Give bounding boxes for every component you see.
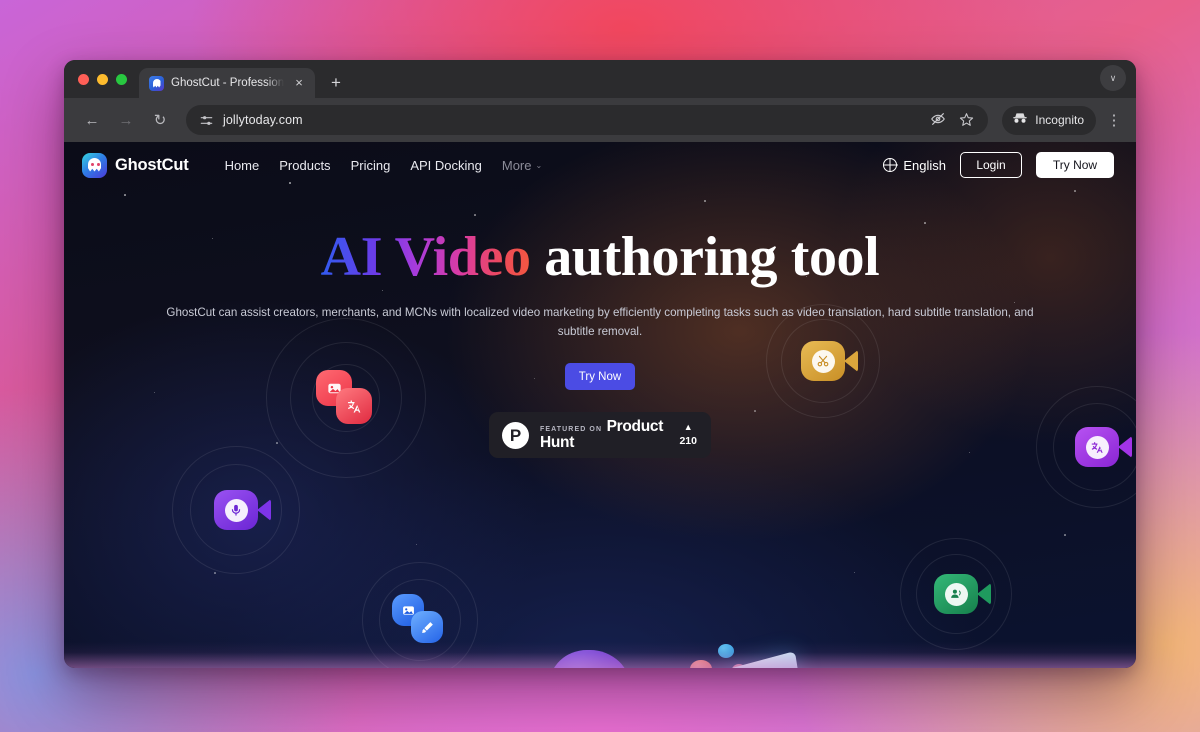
login-button[interactable]: Login xyxy=(960,152,1022,178)
window-controls xyxy=(76,60,137,98)
browser-tab-strip: GhostCut - Professional AI Vi × + ∨ xyxy=(64,60,1136,98)
back-button[interactable]: ← xyxy=(78,106,106,134)
page-viewport: GhostCut Home Products Pricing API Docki… xyxy=(64,142,1136,668)
brand-logo[interactable]: GhostCut xyxy=(82,152,189,178)
nav-item-pricing[interactable]: Pricing xyxy=(351,158,391,173)
try-now-nav-button[interactable]: Try Now xyxy=(1036,152,1114,178)
hero-subtitle: GhostCut can assist creators, merchants,… xyxy=(166,306,1034,338)
close-window-button[interactable] xyxy=(78,73,89,85)
incognito-indicator[interactable]: Incognito xyxy=(1002,105,1096,135)
tab-title: GhostCut - Professional AI Vi xyxy=(171,77,284,89)
page-title: AI Video authoring tool xyxy=(64,228,1136,286)
person-speaking-icon xyxy=(944,582,968,606)
browser-window: GhostCut - Professional AI Vi × + ∨ ← → … xyxy=(64,60,1136,668)
close-icon[interactable]: × xyxy=(291,75,307,91)
hero-title-gradient: AI Video xyxy=(320,226,531,288)
browser-menu-button[interactable]: ⋮ xyxy=(1102,113,1126,128)
desktop-background: GhostCut - Professional AI Vi × + ∨ ← → … xyxy=(0,0,1200,732)
hero-title-rest: authoring tool xyxy=(530,226,880,288)
product-hunt-vote-count: 210 xyxy=(679,434,697,447)
product-hunt-votes[interactable]: ▲ 210 xyxy=(679,421,697,448)
browser-toolbar: ← → ↻ jollytoday.com Incognito ⋮ xyxy=(64,98,1136,142)
star-icon[interactable] xyxy=(959,112,974,129)
nav-item-api-docking[interactable]: API Docking xyxy=(410,158,482,173)
hero-try-now-button[interactable]: Try Now xyxy=(565,363,635,391)
ghost-logo-icon xyxy=(82,152,107,178)
product-hunt-badge[interactable]: FEATURED ON Product Hunt ▲ 210 xyxy=(489,412,711,459)
camera-shape xyxy=(934,574,991,614)
browser-tab-active[interactable]: GhostCut - Professional AI Vi × xyxy=(139,68,315,98)
reload-button[interactable]: ↻ xyxy=(146,106,174,134)
upvote-arrow-icon: ▲ xyxy=(683,421,693,432)
address-bar[interactable]: jollytoday.com xyxy=(186,105,989,135)
nav-item-home[interactable]: Home xyxy=(225,158,260,173)
maximize-window-button[interactable] xyxy=(116,73,127,85)
incognito-hat-icon xyxy=(1012,111,1028,130)
minimize-window-button[interactable] xyxy=(97,73,108,85)
icon-tiles xyxy=(392,594,448,646)
ghost-favicon-icon xyxy=(149,75,164,91)
camera-shape xyxy=(214,490,271,530)
globe-icon xyxy=(883,158,898,172)
new-tab-button[interactable]: + xyxy=(323,70,349,96)
microphone-icon xyxy=(224,498,248,522)
nav-item-products[interactable]: Products xyxy=(279,158,330,173)
product-hunt-kicker: FEATURED ON xyxy=(540,426,603,434)
product-hunt-text: FEATURED ON Product Hunt xyxy=(540,419,668,451)
tune-icon[interactable] xyxy=(199,113,214,128)
primary-nav: Home Products Pricing API Docking More ⌄ xyxy=(225,158,543,173)
nav-actions: English Login Try Now xyxy=(883,152,1114,178)
eye-slash-icon[interactable] xyxy=(930,111,946,129)
product-hunt-name: Product Hunt xyxy=(540,418,664,452)
product-hunt-logo-icon xyxy=(502,421,529,449)
brush-tile xyxy=(411,611,443,643)
hero-section: AI Video authoring tool GhostCut can ass… xyxy=(64,228,1136,459)
brand-name: GhostCut xyxy=(115,155,189,174)
language-label: English xyxy=(903,157,946,173)
url-text: jollytoday.com xyxy=(223,113,303,127)
language-selector[interactable]: English xyxy=(883,158,946,173)
nav-item-more-label: More xyxy=(501,157,532,173)
voice-over-icon[interactable] xyxy=(172,446,300,574)
nav-item-more[interactable]: More ⌄ xyxy=(502,158,542,173)
incognito-label: Incognito xyxy=(1035,113,1084,127)
site-navbar: GhostCut Home Products Pricing API Docki… xyxy=(64,142,1136,188)
avatar-video-icon[interactable] xyxy=(900,538,1012,650)
chevron-down-icon[interactable]: ∨ xyxy=(1100,65,1126,91)
forward-button[interactable]: → xyxy=(112,106,140,134)
chevron-down-icon: ⌄ xyxy=(535,160,543,170)
page-bottom-glow xyxy=(64,642,1136,668)
